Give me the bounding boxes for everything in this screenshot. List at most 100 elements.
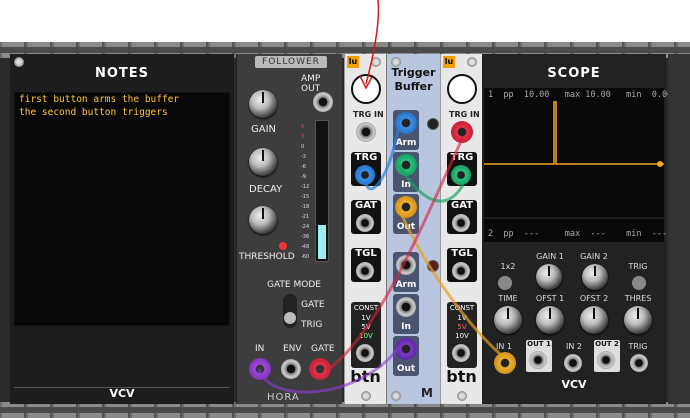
out-label: Out: [396, 222, 416, 232]
in-input-box: In: [393, 152, 419, 192]
gat-label: GAT: [355, 200, 377, 211]
thres-label: THRES: [624, 294, 652, 303]
btn-logo: btn: [446, 367, 477, 386]
out2-jack-purple-cable[interactable]: [395, 338, 417, 360]
gat-output-box: GAT: [351, 200, 381, 234]
ofst1-label: OFST 1: [535, 294, 565, 303]
out2-jack[interactable]: [597, 351, 615, 369]
1x2-button[interactable]: [498, 276, 512, 290]
meter-tick-label: -21: [301, 214, 310, 220]
meter-tick-label: -24: [301, 224, 310, 230]
arm-label: Arm: [395, 138, 417, 148]
trig-in-label: TRIG: [628, 342, 648, 351]
notes-module[interactable]: NOTES first button arms the buffer the s…: [10, 54, 234, 404]
1v-label[interactable]: 1V: [351, 314, 381, 322]
out1-jack[interactable]: [529, 351, 547, 369]
gate-jack-red-cable[interactable]: [309, 358, 331, 380]
trg-in-jack-red-cable[interactable]: [451, 121, 473, 143]
const-jack[interactable]: [356, 344, 374, 362]
btn-module-2: lu TRG IN TRG GAT TGL CONST 1V 5V 10V bt…: [440, 54, 482, 404]
const-box: CONST 1V 5V 10V: [351, 302, 381, 368]
title-line-2: Buffer: [394, 80, 433, 93]
1v-label[interactable]: 1V: [447, 314, 477, 322]
title-line-1: Trigger: [391, 66, 436, 79]
arm2-jack[interactable]: [396, 255, 416, 275]
gain1-knob[interactable]: [536, 264, 562, 290]
out-jack-yellow-cable[interactable]: [395, 196, 417, 218]
level-meter: [315, 120, 329, 262]
gate-option-label: GATE: [301, 300, 325, 310]
ofst1-knob[interactable]: [536, 306, 564, 334]
env-jack[interactable]: [281, 359, 301, 379]
out2-label: OUT 2: [595, 340, 619, 348]
meter-tick-label: -15: [301, 194, 310, 200]
10v-label[interactable]: 10V: [351, 332, 381, 340]
meter-tick-label: -6: [301, 164, 306, 170]
meter-tick-label: -36: [301, 234, 310, 240]
module-logo: M: [421, 386, 433, 400]
trg-in-label: TRG IN: [353, 110, 384, 119]
notes-text-area[interactable]: first button arms the buffer the second …: [14, 92, 230, 326]
decay-knob[interactable]: [249, 148, 277, 176]
amp-out-label: AMP OUT: [301, 74, 321, 94]
time-knob[interactable]: [494, 306, 522, 334]
gain-knob[interactable]: [249, 90, 277, 118]
follower-title: FOLLOWER: [255, 56, 327, 68]
in2-jack[interactable]: [564, 354, 582, 372]
lu-badge: lu: [443, 56, 455, 68]
trg-jack-green-cable[interactable]: [451, 165, 471, 185]
gain2-label: GAIN 2: [580, 252, 608, 261]
level-meter-fill: [318, 225, 326, 259]
follower-module: FOLLOWER GAIN DECAY THRESHOLD AMP OUT 6 3…: [236, 54, 342, 404]
arm2-input-box: Arm: [393, 252, 419, 292]
tgl-label: TGL: [451, 248, 473, 259]
notes-line: first button arms the buffer: [19, 94, 180, 105]
trigger-buffer-module: Trigger Buffer Arm In Out Arm In Out M: [386, 54, 440, 404]
screw-icon: [457, 391, 467, 401]
gate-mode-label: GATE MODE: [267, 280, 321, 290]
gat-label: GAT: [451, 200, 473, 211]
tgl-jack[interactable]: [452, 262, 470, 280]
vcv-logo: VCV: [561, 378, 587, 391]
thres-knob[interactable]: [624, 306, 652, 334]
in1-label: IN 1: [496, 342, 512, 351]
meter-tick-label: -12: [301, 184, 310, 190]
out1-label: OUT 1: [527, 340, 551, 348]
arm-push-button[interactable]: [351, 74, 381, 104]
trigger-buffer-title: Trigger Buffer: [387, 66, 440, 94]
tgl-jack[interactable]: [356, 262, 374, 280]
10v-label[interactable]: 10V: [447, 332, 477, 340]
gain2-knob[interactable]: [582, 264, 608, 290]
gat-output-box: GAT: [447, 200, 477, 234]
tgl-output-box: TGL: [351, 248, 381, 282]
arm-jack-blue-cable[interactable]: [395, 112, 417, 134]
const-jack[interactable]: [452, 344, 470, 362]
meter-tick-label: -60: [301, 254, 310, 260]
trig-button[interactable]: [632, 276, 646, 290]
tgl-output-box: TGL: [447, 248, 477, 282]
threshold-led: [279, 242, 287, 250]
trigger-push-button[interactable]: [447, 74, 477, 104]
in-jack-green-cable[interactable]: [395, 154, 417, 176]
ofst2-label: OFST 2: [579, 294, 609, 303]
ofst2-knob[interactable]: [580, 306, 608, 334]
threshold-knob[interactable]: [249, 206, 277, 234]
trg-in-label: TRG IN: [449, 110, 480, 119]
trg-label: TRG: [450, 152, 474, 163]
trg-output-box: TRG: [351, 152, 381, 186]
in1-jack-yellow-cable[interactable]: [494, 352, 516, 374]
const-label: CONST: [449, 304, 475, 312]
trig-in-jack[interactable]: [630, 354, 648, 372]
gate-mode-switch[interactable]: [283, 294, 297, 328]
5v-label[interactable]: 5V: [351, 323, 381, 331]
screw-icon: [467, 57, 477, 67]
gat-jack[interactable]: [356, 214, 374, 232]
gat-jack[interactable]: [452, 214, 470, 232]
trg-jack-blue-cable[interactable]: [355, 165, 375, 185]
in-jack-purple-cable[interactable]: [249, 358, 271, 380]
trg-in-jack[interactable]: [356, 122, 376, 142]
5v-label[interactable]: 5V: [447, 323, 477, 331]
amp-out-jack[interactable]: [313, 92, 333, 112]
notes-title: NOTES: [94, 66, 150, 81]
in2-jack[interactable]: [396, 297, 416, 317]
